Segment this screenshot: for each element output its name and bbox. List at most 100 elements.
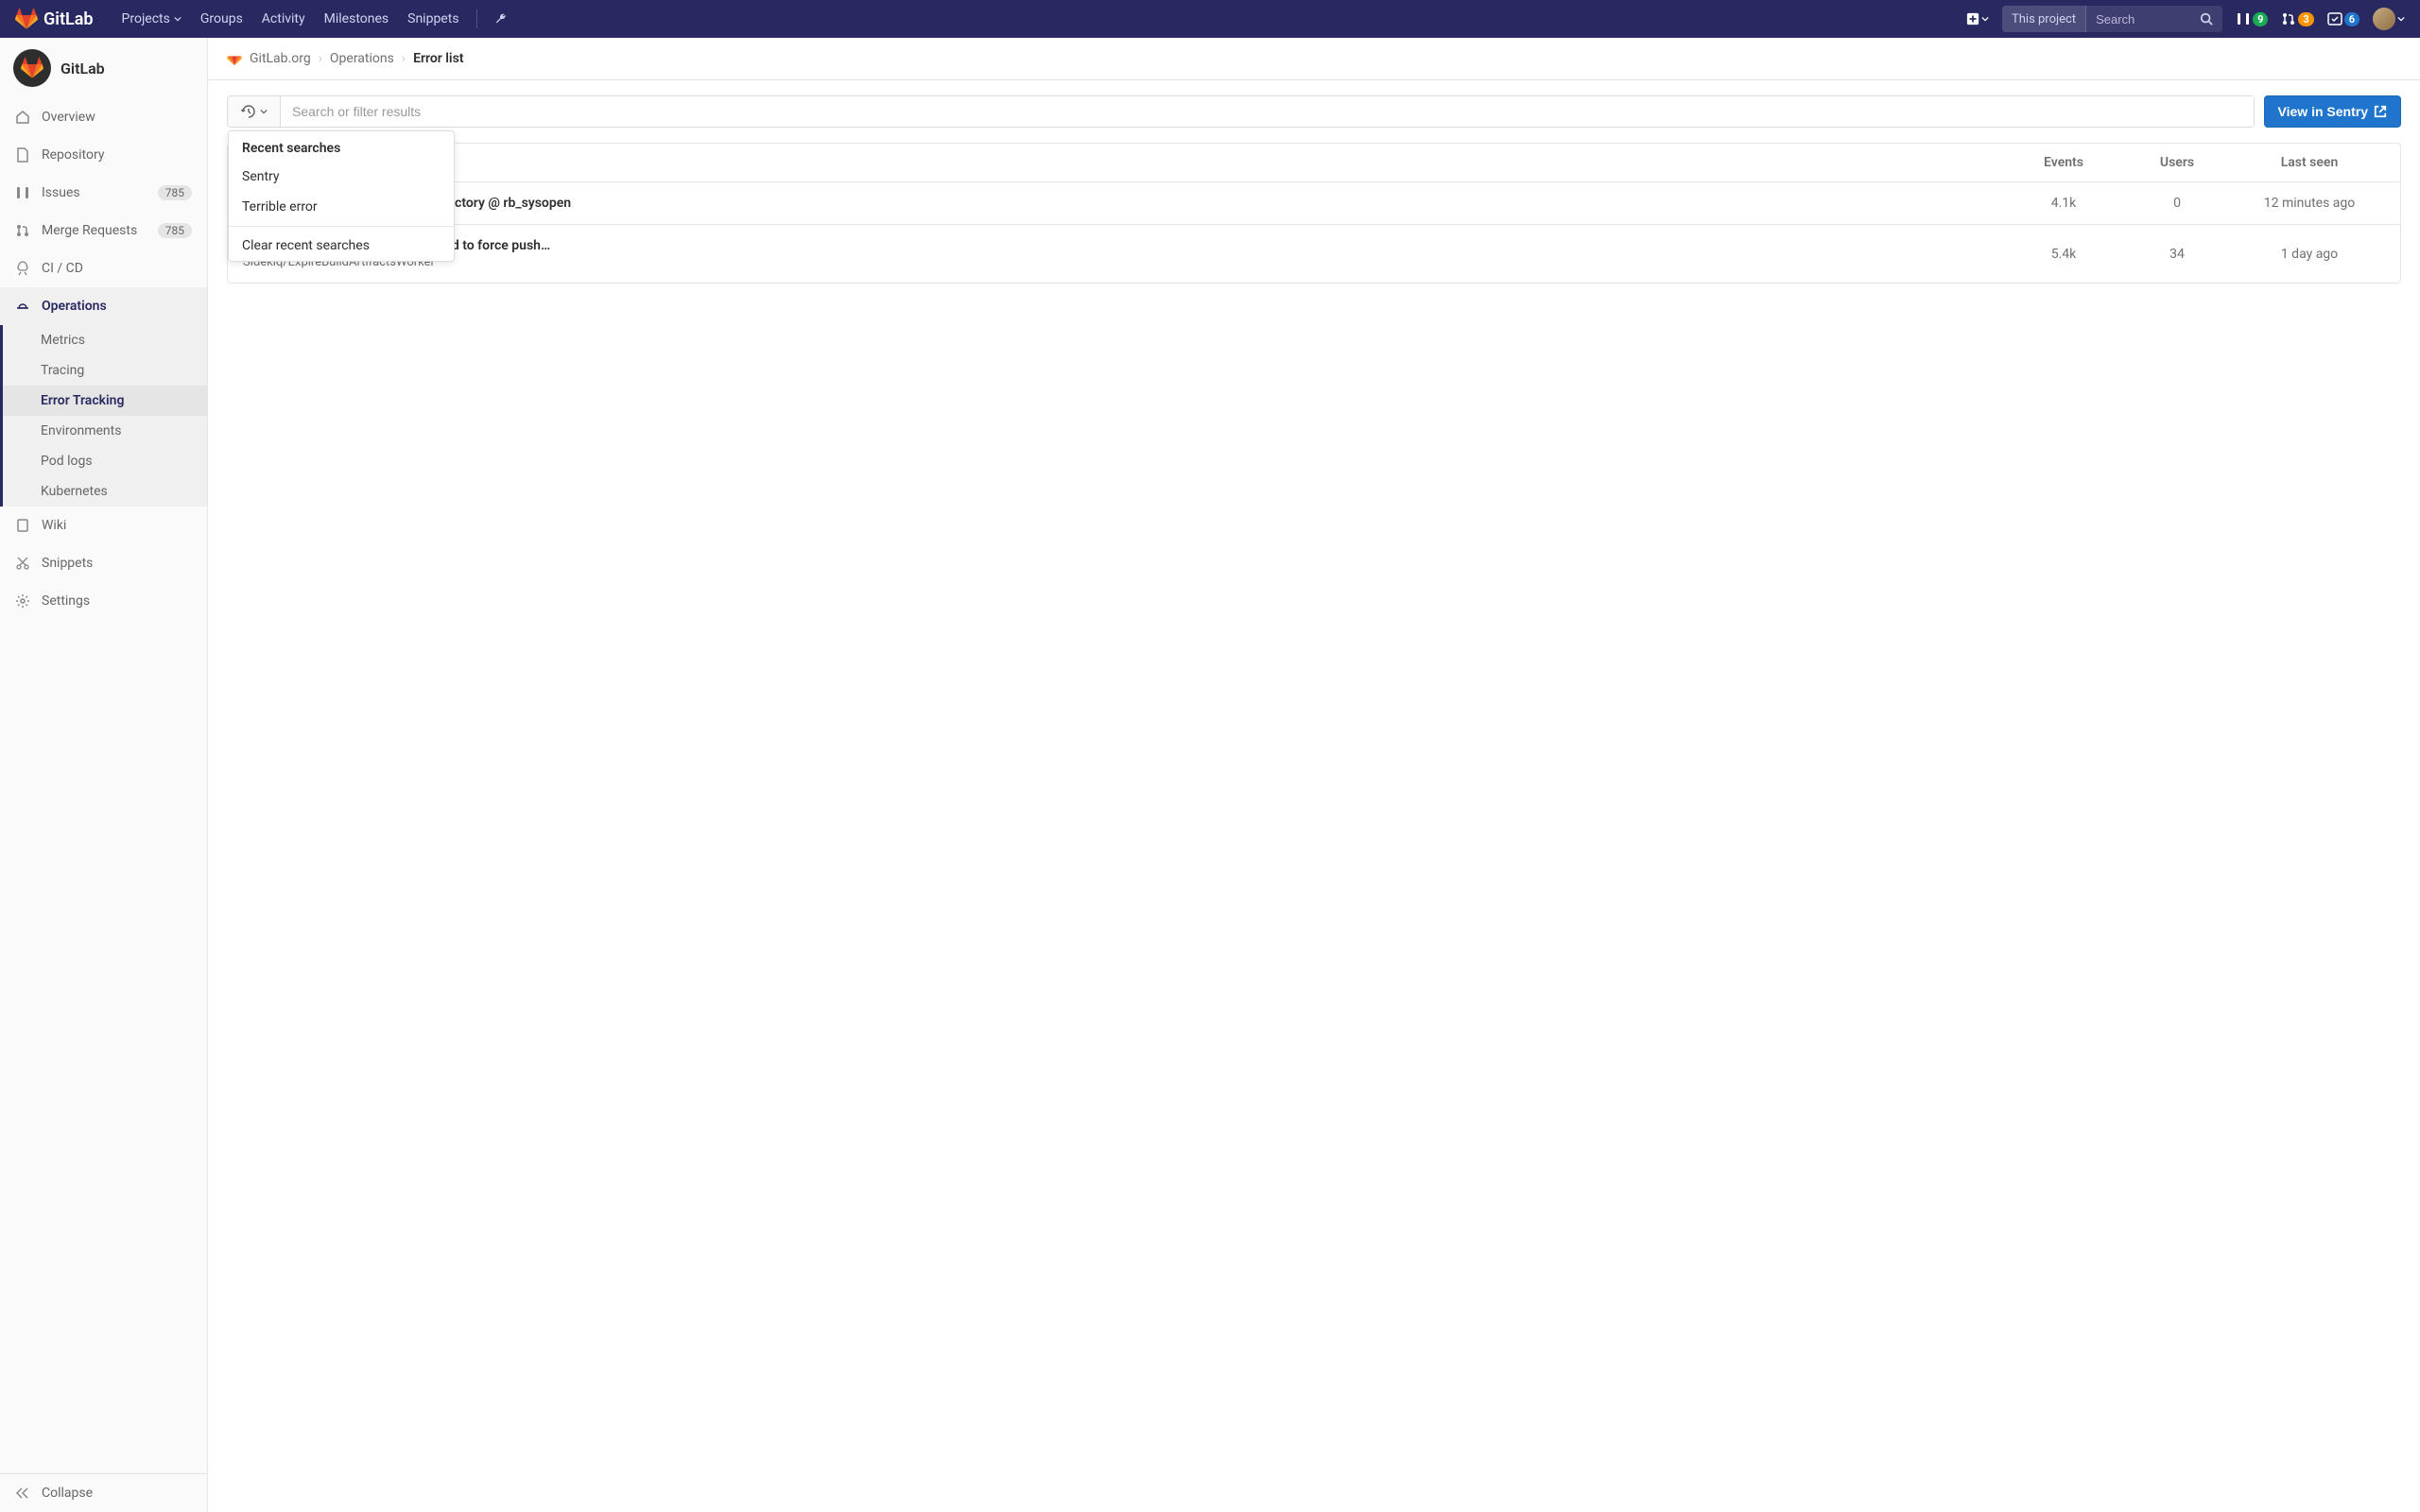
- sidebar-item-operations[interactable]: Operations: [0, 287, 207, 325]
- sidebar-subitem-error-tracking[interactable]: Error Tracking: [3, 386, 207, 416]
- recent-searches-button[interactable]: [228, 96, 281, 127]
- navbar-search: This project: [2002, 6, 2222, 32]
- dropdown-item-sentry[interactable]: Sentry: [229, 162, 454, 192]
- sidebar-label: Wiki: [42, 518, 66, 533]
- sidebar-subitem-metrics[interactable]: Metrics: [3, 325, 207, 355]
- sidebar-label: Merge Requests: [42, 223, 137, 238]
- sidebar-operations-submenu: Metrics Tracing Error Tracking Environme…: [0, 325, 207, 507]
- errors-table: Error Events Users Last seen Errno::ENOE…: [227, 143, 2401, 284]
- scissors-icon: [15, 556, 30, 571]
- search-scope[interactable]: This project: [2002, 6, 2086, 32]
- sidebar-subitem-environments[interactable]: Environments: [3, 416, 207, 446]
- nav-todos-shortcut[interactable]: 6: [2327, 11, 2360, 26]
- sidebar-subitem-tracing[interactable]: Tracing: [3, 355, 207, 386]
- col-events-header: Events: [2007, 155, 2120, 170]
- nav-new-dropdown[interactable]: [1966, 12, 1989, 26]
- seen-cell: 12 minutes ago: [2234, 196, 2385, 211]
- navbar-right: This project 9 3 6: [1966, 6, 2405, 32]
- sidebar-label: Issues: [42, 185, 80, 200]
- issues-icon: [2236, 11, 2251, 26]
- error-title: Errno::ENOENT · No such file or director…: [243, 196, 2007, 211]
- sidebar-item-settings[interactable]: Settings: [0, 582, 207, 620]
- avatar: [2373, 8, 2395, 30]
- sidebar: GitLab Overview Repository Issues 785 Mer…: [0, 38, 208, 1512]
- col-error-header: Error: [243, 155, 2007, 170]
- wrench-icon: [494, 12, 508, 26]
- users-cell: 0: [2120, 196, 2234, 211]
- issues-badge: 9: [2253, 12, 2268, 26]
- breadcrumb: GitLab.org › Operations › Error list: [208, 38, 2420, 80]
- sidebar-item-repository[interactable]: Repository: [0, 136, 207, 174]
- nav-mrs-shortcut[interactable]: 3: [2281, 11, 2313, 26]
- sidebar-item-issues[interactable]: Issues 785: [0, 174, 207, 212]
- breadcrumb-operations[interactable]: Operations: [330, 51, 394, 66]
- table-row[interactable]: GitAccessError · You are not allowed to …: [228, 225, 2400, 283]
- main-content: GitLab.org › Operations › Error list Rec…: [208, 38, 2420, 1512]
- sidebar-item-wiki[interactable]: Wiki: [0, 507, 207, 544]
- chevron-down-icon: [2397, 15, 2405, 23]
- nav-groups-label: Groups: [200, 11, 243, 26]
- todos-badge: 6: [2344, 12, 2360, 26]
- filter-bar: Recent searches Sentry Terrible error Cl…: [227, 95, 2255, 128]
- sidebar-label: Overview: [42, 110, 95, 125]
- sidebar-item-merge-requests[interactable]: Merge Requests785: [0, 212, 207, 249]
- history-icon: [241, 104, 256, 119]
- nav-user-menu[interactable]: [2373, 8, 2405, 30]
- sidebar-subitem-pod-logs[interactable]: Pod logs: [3, 446, 207, 476]
- col-users-header: Users: [2120, 155, 2234, 170]
- table-row[interactable]: Errno::ENOENT · No such file or director…: [228, 182, 2400, 225]
- navbar-divider: [476, 9, 477, 28]
- error-cell: Errno::ENOENT · No such file or director…: [243, 196, 2007, 211]
- nav-projects-label: Projects: [122, 11, 170, 26]
- sidebar-label: Snippets: [42, 556, 93, 571]
- chevron-down-icon: [260, 108, 268, 115]
- sidebar-collapse[interactable]: Collapse: [0, 1473, 207, 1512]
- nav-issues-shortcut[interactable]: 9: [2236, 11, 2268, 26]
- chevron-down-icon: [174, 15, 182, 23]
- sidebar-label: Settings: [42, 593, 90, 609]
- nav-projects[interactable]: Projects: [112, 0, 191, 38]
- gitlab-icon: [227, 51, 242, 66]
- breadcrumb-sep: ›: [319, 51, 322, 66]
- home-icon: [15, 110, 30, 125]
- issues-icon: [15, 185, 30, 200]
- dropdown-item-terrible-error[interactable]: Terrible error: [229, 192, 454, 222]
- toolbar: Recent searches Sentry Terrible error Cl…: [227, 95, 2401, 128]
- filter-input[interactable]: [281, 96, 2254, 127]
- sidebar-label: Operations: [42, 299, 107, 314]
- sidebar-subitem-kubernetes[interactable]: Kubernetes: [3, 476, 207, 507]
- view-in-sentry-button[interactable]: View in Sentry: [2264, 95, 2401, 128]
- recent-searches-dropdown: Recent searches Sentry Terrible error Cl…: [228, 130, 455, 262]
- book-icon: [15, 518, 30, 533]
- navbar-brand: GitLab: [43, 9, 94, 29]
- dropdown-header: Recent searches: [229, 131, 454, 162]
- error-title: GitAccessError · You are not allowed to …: [243, 238, 2007, 253]
- events-cell: 4.1k: [2007, 196, 2120, 211]
- sidebar-item-overview[interactable]: Overview: [0, 98, 207, 136]
- issues-count: 785: [158, 185, 192, 200]
- dropdown-clear[interactable]: Clear recent searches: [229, 231, 454, 261]
- nav-admin[interactable]: [485, 0, 517, 38]
- sidebar-item-snippets[interactable]: Snippets: [0, 544, 207, 582]
- table-header: Error Events Users Last seen: [228, 144, 2400, 182]
- gear-icon: [15, 593, 30, 609]
- breadcrumb-org[interactable]: GitLab.org: [250, 51, 311, 66]
- sidebar-header[interactable]: GitLab: [0, 38, 207, 98]
- todos-icon: [2327, 11, 2342, 26]
- error-cell: GitAccessError · You are not allowed to …: [243, 238, 2007, 269]
- sidebar-item-cicd[interactable]: CI / CD: [0, 249, 207, 287]
- external-link-icon: [2374, 105, 2387, 118]
- seen-cell: 1 day ago: [2234, 247, 2385, 262]
- nav-milestones[interactable]: Milestones: [315, 0, 399, 38]
- navbar-logo[interactable]: GitLab: [15, 8, 94, 30]
- nav-activity[interactable]: Activity: [252, 0, 315, 38]
- nav-snippets-label: Snippets: [407, 11, 458, 26]
- rocket-icon: [15, 261, 30, 276]
- nav-groups[interactable]: Groups: [191, 0, 252, 38]
- nav-snippets[interactable]: Snippets: [398, 0, 468, 38]
- merge-request-icon: [2281, 11, 2296, 26]
- project-avatar: [13, 49, 51, 87]
- search-input[interactable]: [2086, 12, 2190, 26]
- search-button[interactable]: [2190, 12, 2222, 26]
- error-subtitle: Sidekiq/ExpireBuildArtifactsWorker: [243, 255, 2007, 269]
